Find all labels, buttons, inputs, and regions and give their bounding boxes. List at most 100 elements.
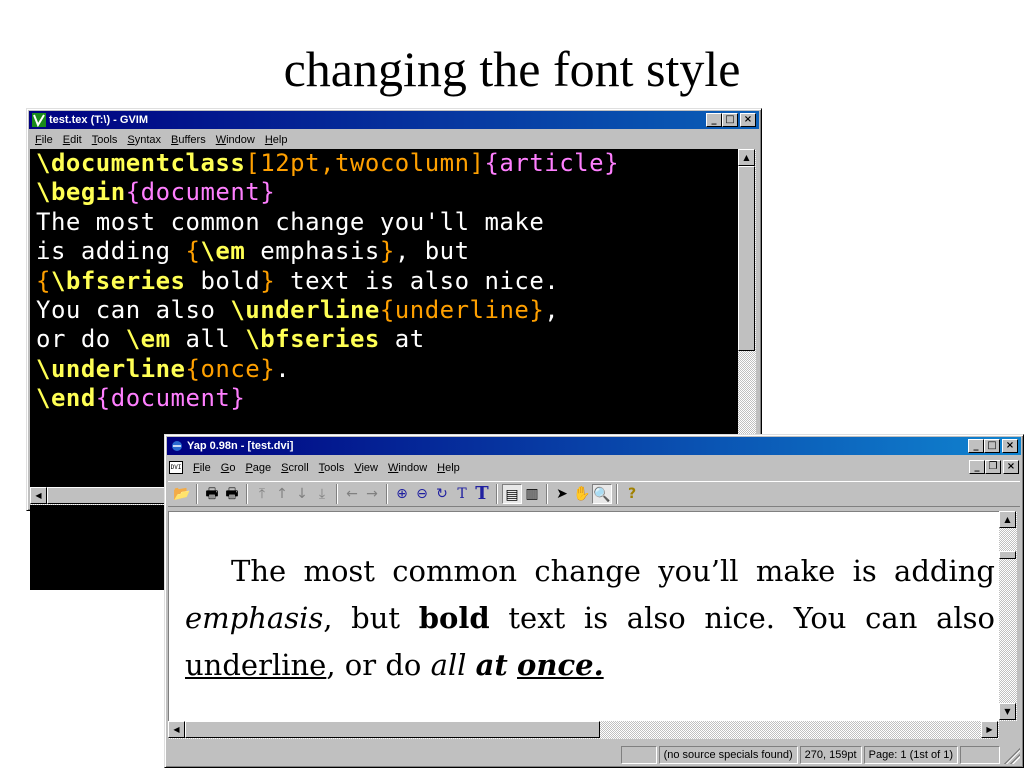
code-token: or do <box>36 325 126 354</box>
yap-menu-view[interactable]: View <box>349 459 383 477</box>
gvim-menu-file[interactable]: File <box>30 131 58 149</box>
status-empty <box>620 746 657 764</box>
gvim-menu-buffers[interactable]: Buffers <box>166 131 211 149</box>
gvim-menu-window[interactable]: Window <box>211 131 260 149</box>
single-page-icon[interactable]: ▤ <box>502 484 522 504</box>
yap-menu-window[interactable]: Window <box>383 459 432 477</box>
first-page-icon[interactable]: ⤒ <box>252 484 272 504</box>
yap-scroll-thumb[interactable] <box>999 551 1016 559</box>
code-token: \bfseries <box>245 325 380 354</box>
large-font-icon[interactable]: T <box>472 484 492 504</box>
pointer-icon[interactable]: ➤ <box>552 484 572 504</box>
yap-menu-page[interactable]: Page <box>240 459 276 477</box>
yap-menu-help[interactable]: Help <box>432 459 465 477</box>
status-extra <box>960 746 1000 764</box>
yap-maximize-button[interactable]: □ <box>984 439 1000 453</box>
code-token: at <box>379 325 425 354</box>
code-token: } <box>379 237 395 266</box>
help-icon[interactable]: ? <box>622 484 642 504</box>
status-page: Page: 1 (1st of 1) <box>863 746 958 764</box>
yap-window[interactable]: Yap 0.98n - [test.dvi] _ □ × DVI File Go P… <box>164 434 1024 768</box>
small-font-icon[interactable]: T <box>452 484 472 504</box>
scroll-up-arrow-icon[interactable]: ▲ <box>738 149 755 166</box>
yap-vertical-scrollbar[interactable]: ▲ ▼ <box>999 511 1017 721</box>
gvim-scroll-thumb[interactable] <box>738 166 755 351</box>
doc-restore-button[interactable]: ❐ <box>985 460 1001 474</box>
code-token: \em <box>200 237 246 266</box>
yap-hscroll-thumb[interactable] <box>185 721 600 738</box>
page-down-icon[interactable]: ↓ <box>292 484 312 504</box>
gvim-maximize-button[interactable]: □ <box>722 113 738 127</box>
resize-grip-icon[interactable] <box>1002 746 1020 764</box>
yap-horizontal-scrollbar[interactable]: ◀ ▶ <box>168 721 999 739</box>
doc-close-button[interactable]: × <box>1003 460 1019 474</box>
open-icon[interactable]: 📂 <box>172 484 192 504</box>
code-token: {document} <box>125 178 276 207</box>
refresh-icon[interactable]: ↻ <box>432 484 452 504</box>
doc-minimize-button[interactable]: _ <box>969 460 985 474</box>
toolbar-separator <box>386 484 388 504</box>
toolbar-separator <box>616 484 618 504</box>
gvim-menu-syntax[interactable]: Syntax <box>122 131 166 149</box>
code-line: or do \em all \bfseries at <box>30 325 738 354</box>
gvim-titlebar[interactable]: test.tex (T:\) - GVIM <box>29 111 759 129</box>
page-up-icon[interactable]: ↑ <box>272 484 292 504</box>
yap-statusbar: (no source specials found) 270, 159pt Pa… <box>168 745 1020 765</box>
print-setup-icon[interactable]: 🖶 <box>222 484 242 504</box>
code-line: is adding {\em emphasis}, but <box>30 237 738 266</box>
back-icon[interactable]: ← <box>342 484 362 504</box>
yap-toolbar: 📂 🖶 🖶 ⤒ ↑ ↓ ⤓ ← → ⊕ ⊖ ↻ T T ▤ ▥ ➤ ✋ 🔍? <box>168 481 1020 507</box>
gvim-close-button[interactable]: × <box>740 113 756 127</box>
code-token: } <box>260 266 276 295</box>
scroll-down-arrow-icon[interactable]: ▼ <box>999 703 1016 720</box>
yap-icon <box>172 441 182 451</box>
scroll-up-arrow-icon[interactable]: ▲ <box>999 511 1016 528</box>
code-token: , <box>544 296 560 325</box>
yap-minimize-button[interactable]: _ <box>968 439 984 453</box>
code-token: text is also nice. <box>275 266 560 295</box>
zoom-out-icon[interactable]: ⊖ <box>412 484 432 504</box>
yap-menu-go[interactable]: Go <box>216 459 241 477</box>
code-token: , but <box>394 237 470 266</box>
para-all: all <box>430 648 467 682</box>
gvim-menu-help[interactable]: Help <box>260 131 293 149</box>
para-text: text is also nice. You can also <box>489 601 995 635</box>
code-token: \begin <box>36 178 126 207</box>
magnifier-icon[interactable]: 🔍 <box>592 484 612 504</box>
gvim-hscroll-thumb[interactable] <box>47 487 167 504</box>
double-page-icon[interactable]: ▥ <box>522 484 542 504</box>
dvi-view[interactable]: The most common change you’ll make is ad… <box>168 511 999 721</box>
status-source: (no source specials found) <box>658 746 798 764</box>
yap-menu-file[interactable]: File <box>188 459 216 477</box>
yap-menu-scroll[interactable]: Scroll <box>276 459 314 477</box>
para-text: , or do <box>326 648 431 682</box>
code-line: \underline{once}. <box>30 355 738 384</box>
gvim-menu-edit[interactable]: Edit <box>58 131 87 149</box>
forward-icon[interactable]: → <box>362 484 382 504</box>
scroll-left-arrow-icon[interactable]: ◀ <box>168 721 185 738</box>
para-emphasis: emphasis <box>185 601 324 635</box>
code-token: { <box>36 266 51 295</box>
last-page-icon[interactable]: ⤓ <box>312 484 332 504</box>
code-token: is adding <box>36 237 186 266</box>
slide-title: changing the font style <box>283 41 741 97</box>
gvim-horizontal-scrollbar[interactable]: ◀ <box>30 487 169 505</box>
code-line: \documentclass[12pt,twocolumn]{article} <box>30 149 738 178</box>
zoom-in-icon[interactable]: ⊕ <box>392 484 412 504</box>
gvim-minimize-button[interactable]: _ <box>706 113 722 127</box>
hand-icon[interactable]: ✋ <box>572 484 592 504</box>
code-token: {document} <box>95 384 246 413</box>
code-token: \documentclass <box>36 149 246 177</box>
code-token: {once} <box>185 354 276 383</box>
yap-title: Yap 0.98n - [test.dvi] <box>187 440 294 452</box>
yap-titlebar[interactable]: Yap 0.98n - [test.dvi] <box>167 437 1021 455</box>
scroll-left-arrow-icon[interactable]: ◀ <box>30 487 47 504</box>
code-token: emphasis <box>245 237 380 266</box>
yap-menu-tools[interactable]: Tools <box>314 459 350 477</box>
print-icon[interactable]: 🖶 <box>202 484 222 504</box>
code-line: {\bfseries bold} text is also nice. <box>30 267 738 296</box>
gvim-menu-tools[interactable]: Tools <box>87 131 123 149</box>
yap-close-button[interactable]: × <box>1002 439 1018 453</box>
scroll-right-arrow-icon[interactable]: ▶ <box>981 721 998 738</box>
code-token: [12pt,twocolumn] <box>245 149 485 177</box>
